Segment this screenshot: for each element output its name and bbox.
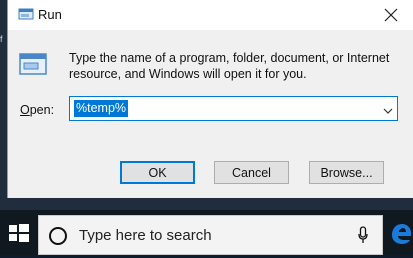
run-title-icon xyxy=(18,8,34,20)
open-combobox[interactable]: %temp% xyxy=(69,96,398,121)
open-label-text: pen: xyxy=(29,103,55,117)
ok-button[interactable]: OK xyxy=(120,161,195,184)
window-title: Run xyxy=(38,7,62,22)
open-label: Open: xyxy=(20,103,54,117)
close-button[interactable] xyxy=(373,2,409,28)
open-dropdown-button[interactable] xyxy=(382,104,394,114)
title-bar[interactable]: Run xyxy=(8,0,413,30)
run-description: Type the name of a program, folder, docu… xyxy=(69,51,390,81)
chevron-down-icon xyxy=(383,108,393,114)
open-input-value[interactable]: %temp% xyxy=(74,100,129,117)
cancel-button[interactable]: Cancel xyxy=(214,161,289,184)
run-program-icon xyxy=(19,53,47,75)
open-label-accelerator: O xyxy=(20,103,30,117)
browse-button[interactable]: Browse... xyxy=(309,161,384,184)
run-dialog: Run Type the name of a program, folder, … xyxy=(7,0,413,198)
desktop-icon-fragment: f xyxy=(0,34,3,44)
windows-start-icon xyxy=(9,224,29,242)
close-icon xyxy=(384,8,398,22)
microphone-icon[interactable] xyxy=(358,226,368,244)
search-circle-icon xyxy=(49,227,67,245)
start-button[interactable] xyxy=(0,210,38,255)
search-placeholder: Type here to search xyxy=(79,227,212,244)
edge-icon[interactable] xyxy=(391,221,413,246)
taskbar-search-box[interactable]: Type here to search xyxy=(38,215,383,255)
